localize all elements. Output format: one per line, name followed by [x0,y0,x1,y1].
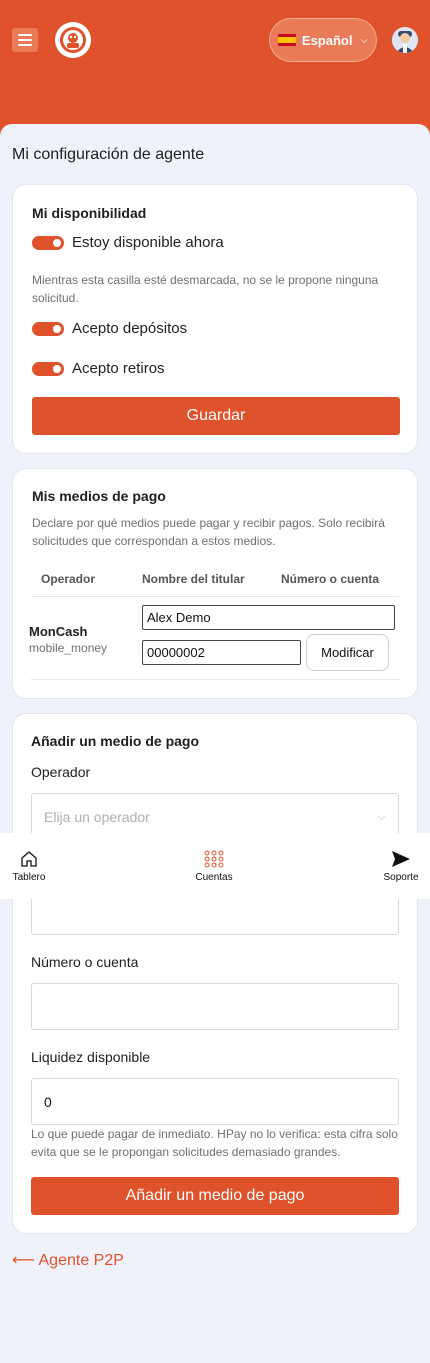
nav-item-accounts[interactable]: Cuentas [190,833,238,899]
save-button[interactable]: Guardar [32,397,400,435]
available-label: Estoy disponible ahora [72,234,224,251]
withdrawals-label: Acepto retiros [72,360,165,377]
deposits-label: Acepto depósitos [72,320,188,337]
deposits-toggle[interactable] [32,321,64,336]
operator-name: MonCash [29,624,88,639]
nav-label-accounts: Cuentas [195,871,233,883]
available-toggle-row[interactable]: Estoy disponible ahora [32,234,224,251]
bottom-nav: Tablero Cuentas Soporte [0,833,430,899]
send-icon [392,850,410,867]
logo-icon [60,27,86,53]
menu-icon-line [18,44,32,46]
nav-item-support[interactable]: Soporte [380,833,422,899]
column-header-holder: Nombre del titular [142,572,245,586]
liquidity-field[interactable]: 0 [31,1078,399,1125]
holder-name-input[interactable] [142,605,395,630]
payment-methods-title: Mis medios de pago [32,488,166,504]
withdrawals-toggle-row[interactable]: Acepto retiros [32,360,165,377]
liquidity-hint: Lo que puede pagar de inmediato. HPay no… [31,1127,398,1159]
table-divider [31,596,399,597]
liquidity-label: Liquidez disponible [31,1049,151,1065]
grid-icon [204,850,224,867]
nav-label-support: Soporte [383,871,419,883]
deposits-toggle-row[interactable]: Acepto depósitos [32,320,187,337]
availability-title: Mi disponibilidad [32,205,147,221]
top-bar: Español ⌵ [0,0,430,140]
account-number-input[interactable] [142,640,301,665]
operator-label: Operador [31,764,91,780]
withdrawals-toggle[interactable] [32,361,64,376]
avatar-icon [392,27,418,53]
modify-button[interactable]: Modificar [306,634,389,671]
availability-card: Mi disponibilidad Estoy disponible ahora… [12,184,418,454]
nav-item-dashboard[interactable]: Tablero [8,833,50,899]
home-icon [21,850,37,867]
menu-icon-line [18,34,32,36]
table-divider [31,679,399,680]
chevron-down-icon: ⌵ [360,34,369,46]
payment-methods-hint: Declare por qué medios puede pagar y rec… [32,516,385,548]
brand-logo[interactable] [55,22,91,58]
chevron-down-icon: ⌵ [376,809,386,823]
column-header-account: Número o cuenta [281,572,380,586]
availability-hint: Mientras esta casilla esté desmarcada, n… [32,273,379,305]
back-link[interactable]: ⟵ Agente P2P [12,1250,124,1270]
page-title: Mi configuración de agente [12,146,205,163]
operator-placeholder: Elija un operador [44,808,150,825]
account-label: Número o cuenta [31,954,139,970]
language-selector[interactable]: Español ⌵ [269,18,377,62]
nav-label-dashboard: Tablero [12,871,46,883]
menu-button[interactable] [12,28,38,52]
user-avatar[interactable] [392,27,418,53]
language-label: Español [301,32,353,48]
spain-flag-icon [277,34,296,46]
available-toggle[interactable] [32,235,64,250]
add-method-button[interactable]: Añadir un medio de pago [31,1177,399,1215]
operator-type: mobile_money [29,641,108,655]
add-method-title: Añadir un medio de pago [31,733,200,749]
menu-icon-line [18,39,32,41]
column-header-operator: Operador [41,572,96,586]
account-number-field[interactable] [31,983,399,1030]
